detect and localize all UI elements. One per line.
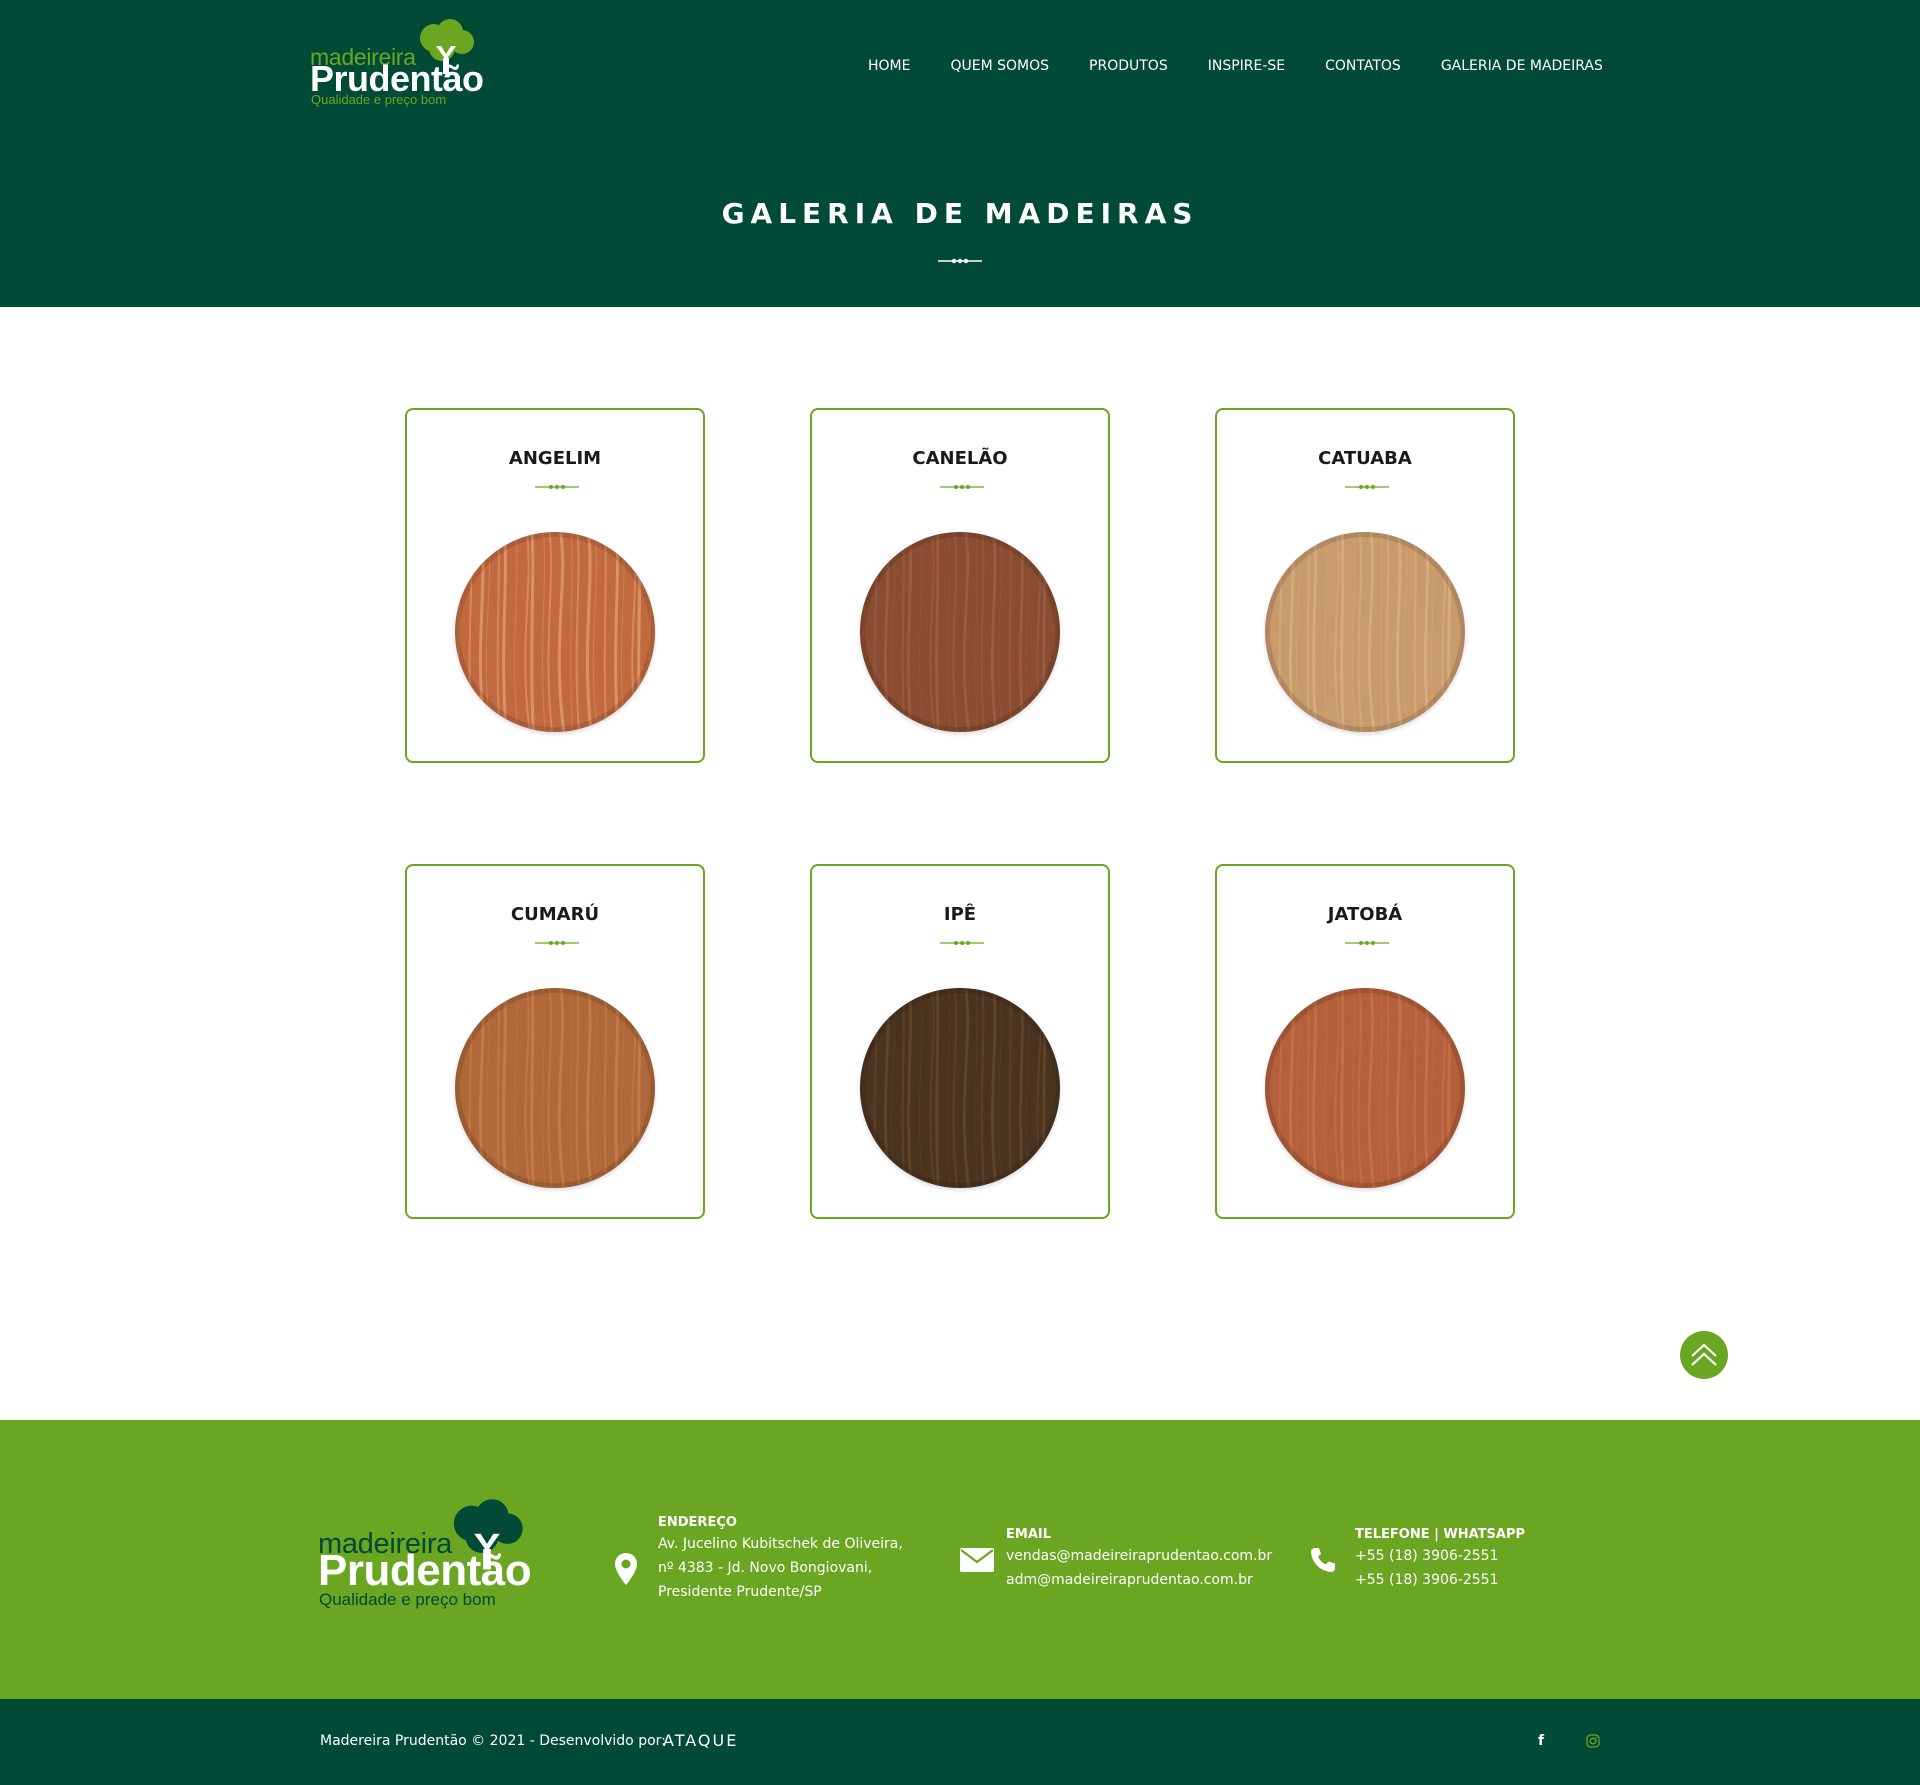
nav-item-inspire-se[interactable]: INSPIRE-SE — [1208, 58, 1285, 74]
address-title: ENDEREÇO — [658, 1515, 737, 1530]
divider-icon — [535, 485, 579, 489]
main-nav: HOME QUEM SOMOS PRODUTOS INSPIRE-SE CONT… — [868, 58, 1603, 74]
site-logo[interactable]: madeireira Prudentão Qualidade e preço b… — [310, 18, 500, 110]
wood-card-angelim[interactable]: ANGELIM — [405, 408, 705, 763]
wood-name: CUMARÚ — [510, 904, 600, 925]
wood-card-catuaba[interactable]: CATUABA — [1215, 408, 1515, 763]
wood-grain-line — [1042, 532, 1047, 732]
logo-text-big: Prudentão — [318, 1546, 532, 1595]
wood-grain-line — [530, 532, 535, 732]
footer-address: ENDEREÇO Av. Jucelino Kubitschek de Oliv… — [615, 1514, 903, 1604]
page-title: GALERIA DE MADEIRAS — [721, 197, 1199, 230]
copyright-text: Madereira Prudentão © 2021 - Desenvolvid… — [320, 1733, 666, 1749]
wood-card-cumaru[interactable]: CUMARÚ — [405, 864, 705, 1219]
wood-name: CATUABA — [1318, 448, 1412, 469]
wood-sample-image[interactable] — [860, 988, 1060, 1188]
wood-grain-line — [935, 988, 940, 1188]
wood-card-jatoba[interactable]: JATOBÁ — [1215, 864, 1515, 1219]
wood-name: CANELÃO — [912, 448, 1008, 469]
footer-logo[interactable]: madeireira Prudentão Qualidade e preço b… — [318, 1498, 558, 1613]
facebook-icon[interactable]: f — [1538, 1733, 1544, 1749]
footer-phone: TELEFONE | WHATSAPP +55 (18) 3906-2551 +… — [1311, 1526, 1526, 1592]
divider-icon — [940, 485, 984, 489]
wood-sample-image[interactable] — [860, 532, 1060, 732]
divider-icon — [535, 941, 579, 945]
back-to-top-button[interactable] — [1680, 1331, 1728, 1379]
email-title: EMAIL — [1006, 1527, 1051, 1542]
logo-tagline: Qualidade e preço bom — [319, 1590, 496, 1609]
wood-name: JATOBÁ — [1327, 904, 1403, 925]
address-line: nº 4383 - Jd. Novo Bongiovani, — [658, 1560, 873, 1576]
wood-sample-image[interactable] — [1265, 532, 1465, 732]
address-line: Av. Jucelino Kubitschek de Oliveira, — [658, 1536, 903, 1552]
header: madeireira Prudentão Qualidade e preço b… — [0, 0, 1920, 307]
phone-icon — [1311, 1548, 1335, 1572]
wood-sample-image[interactable] — [455, 532, 655, 732]
wood-card-canelao[interactable]: CANELÃO — [810, 408, 1110, 763]
logo-tagline: Qualidade e preço bom — [311, 92, 447, 107]
nav-item-home[interactable]: HOME — [868, 58, 910, 74]
wood-sample-image[interactable] — [455, 988, 655, 1188]
wood-grain-line — [935, 532, 940, 732]
wood-sample-image[interactable] — [1265, 988, 1465, 1188]
map-pin-icon — [615, 1553, 637, 1585]
footer-email: EMAIL vendas@madeireiraprudentao.com.br … — [960, 1526, 1272, 1592]
email-link[interactable]: vendas@madeireiraprudentao.com.br — [1006, 1544, 1272, 1568]
wood-grain-line — [1340, 532, 1345, 732]
wood-name: ANGELIM — [508, 448, 602, 469]
phone-title: TELEFONE | WHATSAPP — [1355, 1527, 1526, 1542]
nav-item-quem-somos[interactable]: QUEM SOMOS — [950, 58, 1049, 74]
divider-icon — [940, 941, 984, 945]
wood-grain-line — [1042, 988, 1047, 1188]
wood-grain-line — [637, 532, 642, 732]
wood-grain-line — [1447, 532, 1452, 732]
nav-item-produtos[interactable]: PRODUTOS — [1089, 58, 1168, 74]
instagram-icon[interactable] — [1586, 1734, 1600, 1748]
wood-grain-line — [530, 988, 535, 1188]
divider-icon — [1345, 485, 1389, 489]
wood-grain-line — [1340, 988, 1345, 1188]
wood-card-ipe[interactable]: IPÊ — [810, 864, 1110, 1219]
address-line: Presidente Prudente/SP — [658, 1584, 822, 1600]
envelope-icon — [960, 1548, 994, 1572]
divider-icon — [1345, 941, 1389, 945]
phone-link[interactable]: +55 (18) 3906-2551 — [1355, 1568, 1525, 1592]
wood-grain-line — [1447, 988, 1452, 1188]
email-link[interactable]: adm@madeireiraprudentao.com.br — [1006, 1568, 1272, 1592]
nav-item-galeria[interactable]: GALERIA DE MADEIRAS — [1441, 58, 1603, 74]
wood-name: IPÊ — [943, 904, 977, 925]
phone-link[interactable]: +55 (18) 3906-2551 — [1355, 1544, 1525, 1568]
wood-grain-line — [637, 988, 642, 1188]
title-divider-icon — [938, 258, 982, 264]
developer-link[interactable]: ATAQUE — [663, 1731, 738, 1750]
double-chevron-up-icon — [1691, 1343, 1717, 1366]
nav-item-contatos[interactable]: CONTATOS — [1325, 58, 1401, 74]
footer-bottom-bar: Madereira Prudentão © 2021 - Desenvolvid… — [0, 1699, 1920, 1785]
footer: madeireira Prudentão Qualidade e preço b… — [0, 1420, 1920, 1699]
